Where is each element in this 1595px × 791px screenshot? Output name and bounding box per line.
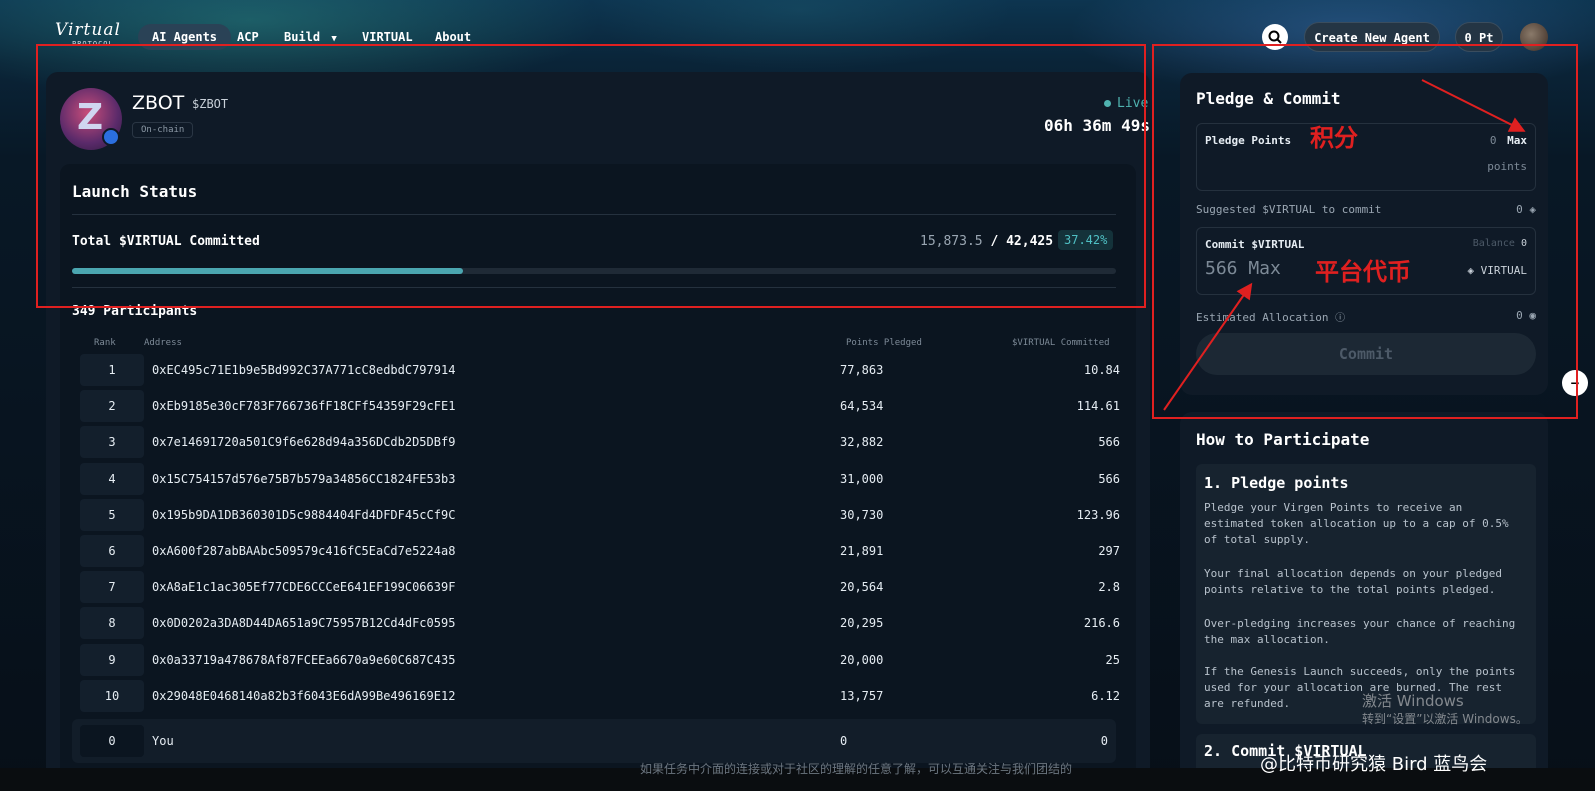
windows-activation-hint: 转到“设置”以激活 Windows。 [1362,712,1528,726]
windows-activation-title: 激活 Windows [1362,692,1464,710]
annotation-arrows [1163,79,1526,411]
watermark: @比特币研究猿 Bird 蓝鸟会 [1260,754,1488,775]
annotation-arrow [1163,282,1253,411]
annotation-arrow [1421,79,1526,132]
bottom-caption: 如果任务中介面的连接或对于社区的理解的任意了解，可以互通关注与我们团结的 [640,762,1073,776]
